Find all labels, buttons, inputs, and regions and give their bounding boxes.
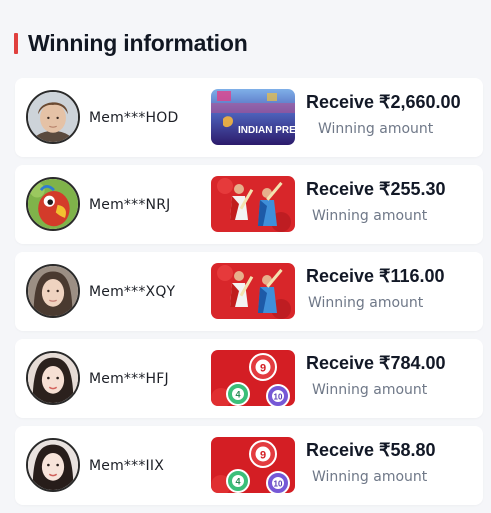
winner-card[interactable]: Mem***IIX 9 4 10 Receive ₹58.80 Winning … bbox=[15, 426, 483, 505]
woman-avatar bbox=[26, 438, 80, 492]
username: Mem***HOD bbox=[89, 109, 179, 126]
winning-amount: Receive ₹116.00 bbox=[306, 266, 445, 286]
woman-avatar bbox=[26, 351, 80, 405]
woman-avatar bbox=[26, 264, 80, 318]
young-man-avatar bbox=[26, 90, 80, 144]
lottery-ball-number: 10 bbox=[274, 393, 283, 402]
cricket-game-thumbnail[interactable] bbox=[211, 263, 295, 319]
winning-amount-label: Winning amount bbox=[312, 469, 428, 485]
winning-info-header: Winning information bbox=[14, 30, 248, 57]
lottery-balls-thumbnail[interactable]: 9 4 10 bbox=[211, 350, 295, 406]
lottery-ball-number: 10 bbox=[274, 480, 283, 489]
cricket-game-thumbnail[interactable] bbox=[211, 176, 295, 232]
lottery-balls-thumbnail[interactable]: 9 4 10 bbox=[211, 437, 295, 493]
section-accent-bar bbox=[14, 33, 18, 54]
lottery-ball-number: 9 bbox=[260, 363, 266, 375]
winner-card[interactable]: Mem***HFJ 9 4 10 Receive ₹784.00 Winning… bbox=[15, 339, 483, 418]
username: Mem***IIX bbox=[89, 457, 164, 474]
winning-amount: Receive ₹784.00 bbox=[306, 353, 446, 373]
game-thumb-text: INDIAN PREMIER bbox=[238, 125, 295, 136]
winning-amount-label: Winning amount bbox=[312, 208, 428, 224]
winning-amount: Receive ₹255.30 bbox=[306, 179, 446, 199]
winning-amount: Receive ₹2,660.00 bbox=[306, 92, 461, 112]
winning-amount-label: Winning amount bbox=[308, 295, 424, 311]
winner-card[interactable]: Mem***XQY Receive ₹116.00 Winning amount bbox=[15, 252, 483, 331]
indian-premier-league-thumbnail[interactable]: INDIAN PREMIER bbox=[211, 89, 295, 145]
lottery-ball-number: 9 bbox=[260, 450, 266, 462]
username: Mem***XQY bbox=[89, 283, 176, 300]
username: Mem***HFJ bbox=[89, 370, 169, 387]
lottery-ball-number: 4 bbox=[235, 477, 240, 487]
cartoon-parrot-avatar bbox=[26, 177, 80, 231]
winners-list: Mem***HOD INDIAN PREMIER Receive ₹2,660. bbox=[15, 78, 483, 513]
winner-card[interactable]: Mem***NRJ Receive ₹255.30 Winning amount bbox=[15, 165, 483, 244]
winning-amount-label: Winning amount bbox=[318, 121, 434, 137]
username: Mem***NRJ bbox=[89, 196, 171, 213]
winning-amount: Receive ₹58.80 bbox=[306, 440, 436, 460]
section-title: Winning information bbox=[28, 30, 248, 56]
winner-card[interactable]: Mem***HOD INDIAN PREMIER Receive ₹2,660. bbox=[15, 78, 483, 157]
winning-amount-label: Winning amount bbox=[312, 382, 428, 398]
lottery-ball-number: 4 bbox=[235, 390, 240, 400]
